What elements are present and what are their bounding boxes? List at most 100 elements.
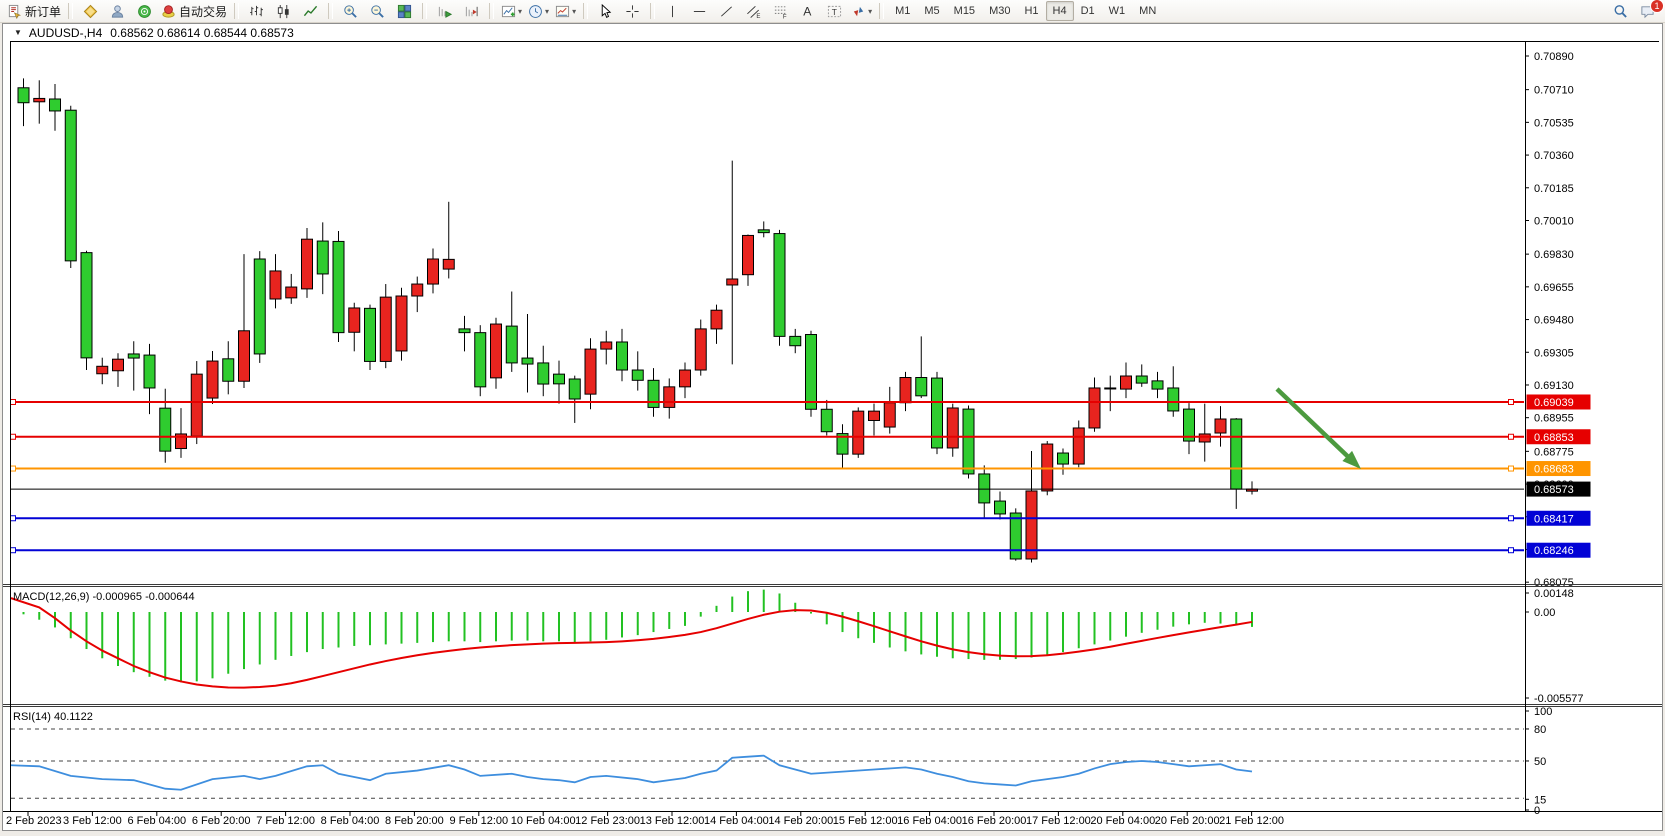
candlestick-icon [276, 4, 291, 19]
svg-text:0.68683: 0.68683 [1534, 464, 1574, 476]
zoom-in-button[interactable] [337, 1, 364, 22]
crosshair-icon [625, 4, 640, 19]
chevron-down-icon[interactable]: ▾ [545, 7, 549, 16]
svg-text:0.69480: 0.69480 [1534, 315, 1574, 327]
new-order-button-label: 新订单 [25, 3, 61, 20]
svg-text:F: F [783, 13, 787, 18]
timeframe-button-m5[interactable]: M5 [917, 1, 946, 21]
indicators-button[interactable]: ▾ [498, 1, 525, 22]
svg-text:0.00148: 0.00148 [1534, 588, 1574, 600]
zoom-out-button[interactable] [364, 1, 391, 22]
line-chart-button[interactable] [297, 1, 324, 22]
cursor-icon [598, 4, 613, 19]
line-handle[interactable] [11, 516, 16, 521]
line-handle[interactable] [11, 548, 16, 553]
line-handle[interactable] [1509, 466, 1514, 471]
channel-icon: E [746, 4, 761, 19]
svg-text:0.69830: 0.69830 [1534, 249, 1574, 261]
svg-text:17 Feb 12:00: 17 Feb 12:00 [1026, 815, 1091, 827]
chart-canvas[interactable]: 0.708900.707100.705350.703600.701850.700… [3, 41, 1662, 829]
timeframe-button-d1[interactable]: D1 [1074, 1, 1102, 21]
timeframe-button-w1[interactable]: W1 [1102, 1, 1133, 21]
equidistant-channel-button[interactable]: E [740, 1, 767, 22]
trendline-icon [719, 4, 734, 19]
new-order-button[interactable]: 新订单 [4, 1, 64, 22]
trendline-button[interactable] [713, 1, 740, 22]
news-icon [137, 4, 152, 19]
metaeditor-button[interactable] [77, 1, 104, 22]
line-handle[interactable] [1509, 434, 1514, 439]
collapse-icon[interactable]: ▼ [14, 28, 22, 37]
svg-text:16 Feb 20:00: 16 Feb 20:00 [962, 815, 1027, 827]
svg-text:0.68955: 0.68955 [1534, 413, 1574, 425]
cursor-button[interactable] [592, 1, 619, 22]
chart-title-bar: ▼ AUDUSD-,H4 0.68562 0.68614 0.68544 0.6… [3, 24, 1662, 41]
timeframe-button-h1[interactable]: H1 [1017, 1, 1045, 21]
news-button[interactable] [131, 1, 158, 22]
vertical-line-button[interactable] [659, 1, 686, 22]
timeframe-button-m1[interactable]: M1 [888, 1, 917, 21]
line-handle[interactable] [11, 434, 16, 439]
svg-text:0.69130: 0.69130 [1534, 380, 1574, 392]
svg-text:6 Feb 04:00: 6 Feb 04:00 [127, 815, 186, 827]
tile-windows-icon [397, 4, 412, 19]
fibonacci-button[interactable]: F [767, 1, 794, 22]
line-handle[interactable] [1509, 399, 1514, 404]
chevron-down-icon[interactable]: ▾ [572, 7, 576, 16]
main-toolbar: 新订单 自动交易 ▾ ▾ ▾ E F AT ▾ M1M5M15M30H1H4D1W1MN 1 [0, 0, 1665, 23]
line-handle[interactable] [1509, 516, 1514, 521]
svg-text:14 Feb 20:00: 14 Feb 20:00 [768, 815, 833, 827]
timeframe-button-m30[interactable]: M30 [982, 1, 1017, 21]
chart-symbol-period: AUDUSD-,H4 [29, 26, 102, 40]
line-handle[interactable] [1509, 548, 1514, 553]
chart-background [3, 41, 1662, 829]
svg-text:50: 50 [1534, 756, 1546, 768]
svg-text:0.00: 0.00 [1534, 607, 1555, 619]
svg-text:0.68417: 0.68417 [1534, 513, 1574, 525]
chart-shift-button[interactable] [458, 1, 485, 22]
templates-button[interactable]: ▾ [552, 1, 579, 22]
zoom-in-icon [343, 4, 358, 19]
periods-button[interactable]: ▾ [525, 1, 552, 22]
svg-text:0.70890: 0.70890 [1534, 51, 1574, 63]
svg-text:80: 80 [1534, 724, 1546, 736]
svg-text:21 Feb 12:00: 21 Feb 12:00 [1219, 815, 1284, 827]
svg-text:0.69305: 0.69305 [1534, 347, 1574, 359]
horizontal-line-button[interactable] [686, 1, 713, 22]
tile-windows-button[interactable] [391, 1, 418, 22]
search-button[interactable] [1607, 1, 1634, 22]
toolbar-separator [234, 3, 239, 19]
toolbar-separator [583, 3, 588, 19]
auto-scroll-button[interactable] [431, 1, 458, 22]
svg-text:0.68853: 0.68853 [1534, 432, 1574, 444]
line-handle[interactable] [11, 466, 16, 471]
auto-trading-button[interactable]: 自动交易 [158, 1, 230, 22]
timeframe-button-mn[interactable]: MN [1132, 1, 1163, 21]
bar-chart-button[interactable] [243, 1, 270, 22]
svg-text:8 Feb 04:00: 8 Feb 04:00 [321, 815, 380, 827]
chevron-down-icon[interactable]: ▾ [518, 7, 522, 16]
terminal-button[interactable] [104, 1, 131, 22]
svg-text:0.68573: 0.68573 [1534, 484, 1574, 496]
auto-scroll-icon [437, 4, 452, 19]
candlestick-chart-button[interactable] [270, 1, 297, 22]
svg-text:A: A [803, 4, 812, 18]
toolbar-separator [879, 3, 884, 19]
text-button[interactable]: A [794, 1, 821, 22]
text-label-button[interactable]: T [821, 1, 848, 22]
svg-text:0.69655: 0.69655 [1534, 282, 1574, 294]
svg-text:20 Feb 04:00: 20 Feb 04:00 [1090, 815, 1155, 827]
zoom-out-icon [370, 4, 385, 19]
timeframe-button-m15[interactable]: M15 [947, 1, 982, 21]
arrows-button[interactable]: ▾ [848, 1, 875, 22]
vertical-line-icon [665, 4, 680, 19]
crosshair-button[interactable] [619, 1, 646, 22]
timeframe-button-h4[interactable]: H4 [1046, 1, 1074, 21]
svg-text:2 Feb 2023: 2 Feb 2023 [6, 815, 62, 827]
line-handle[interactable] [11, 399, 16, 404]
svg-text:0.69039: 0.69039 [1534, 397, 1574, 409]
svg-text:0.68775: 0.68775 [1534, 446, 1574, 458]
notifications-button[interactable]: 1 [1634, 1, 1661, 22]
chevron-down-icon[interactable]: ▾ [868, 7, 872, 16]
svg-text:13 Feb 12:00: 13 Feb 12:00 [640, 815, 705, 827]
